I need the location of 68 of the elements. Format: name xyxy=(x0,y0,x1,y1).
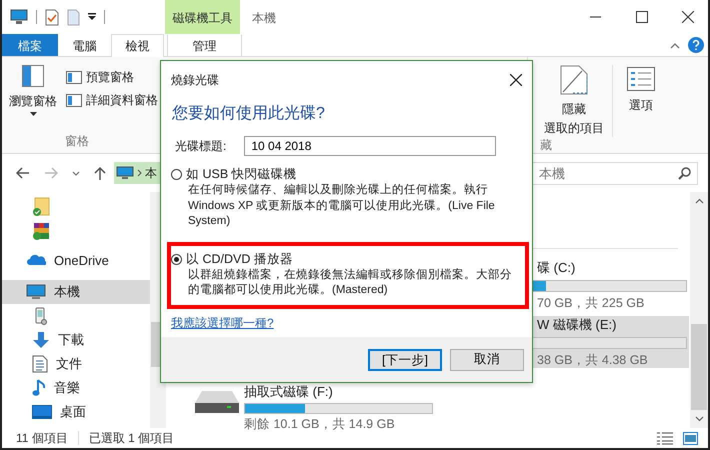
pane-layout-icon xyxy=(22,65,44,87)
window-title: 本機 xyxy=(251,10,277,27)
drive-icon xyxy=(194,389,240,415)
computer-icon xyxy=(116,166,134,180)
group-label: 窗格 xyxy=(64,133,90,150)
sidebar-item[interactable]: 音樂 xyxy=(2,376,150,400)
chevron-icon[interactable] xyxy=(137,169,142,177)
pane-button[interactable]: 詳細資料窗格 xyxy=(66,92,158,109)
dialog-heading: 您要如何使用此光碟? xyxy=(171,104,326,124)
search-icon[interactable] xyxy=(678,166,691,180)
maximize-icon[interactable] xyxy=(636,11,648,23)
desktop-icon xyxy=(32,405,52,419)
pane-icon xyxy=(66,71,82,84)
field-label: 光碟標題: xyxy=(175,138,226,154)
close-icon[interactable] xyxy=(510,74,522,86)
search-field[interactable]: 本機 xyxy=(532,162,698,184)
navigation-pane-button[interactable]: 瀏覽窗格 xyxy=(6,65,60,133)
sidebar-item[interactable]: 本機 xyxy=(2,280,150,304)
status-text: 已選取 1 個項目 xyxy=(88,430,174,446)
down-arrow-icon xyxy=(32,331,50,349)
context-tab-title: 磁碟機工具 xyxy=(165,0,240,34)
pane-icon xyxy=(66,94,82,107)
help-link[interactable]: 我應該選擇哪一種? xyxy=(171,314,274,332)
sidebar-item[interactable]: 文件 xyxy=(2,352,150,376)
dropdown-icon[interactable] xyxy=(88,13,96,21)
option-description: 以群組燒錄檔案，在燒錄後無法編輯或移除個別檔案。大部分的電腦都可以使用此光碟。(Mastered) xyxy=(187,268,513,298)
scrollbar[interactable] xyxy=(690,192,708,428)
sidebar-item[interactable]: 下載 xyxy=(2,328,150,352)
checklist-icon[interactable] xyxy=(45,8,59,26)
dialog-title: 燒錄光碟 xyxy=(171,72,219,88)
up-icon[interactable] xyxy=(94,166,106,180)
large-icons-view-icon[interactable] xyxy=(683,432,698,444)
option-description: 在任何時候儲存、編輯以及刪除光碟上的任何檔案。執行 Windows XP 或更新版本的電腦可以使用此光碟。(Live File System) xyxy=(187,183,496,229)
ribbon-tab[interactable]: 檔案 xyxy=(2,34,58,56)
caret-icon xyxy=(30,112,36,116)
details-view-icon[interactable] xyxy=(657,432,673,444)
next-button[interactable]: [下一步] xyxy=(368,348,442,370)
folder-icon xyxy=(32,197,50,217)
disc-title-field[interactable]: 10 04 2018 xyxy=(244,136,496,156)
breadcrumb[interactable]: 本 xyxy=(145,164,157,182)
radio-option[interactable]: 以 CD/DVD 播放器 xyxy=(171,250,521,268)
ribbon-tab[interactable]: 檢視 xyxy=(111,34,164,57)
scroll-down-icon[interactable] xyxy=(694,416,704,422)
close-icon[interactable] xyxy=(682,11,694,23)
group-label: 藏 xyxy=(539,137,553,154)
hidden-file-icon xyxy=(560,65,588,95)
sidebar-item[interactable]: 桌面 xyxy=(2,400,150,424)
radio-option[interactable]: 如 USB 快閃磁碟機 xyxy=(171,166,520,183)
sidebar-item[interactable]: OneDrive xyxy=(2,248,150,272)
ribbon-tab[interactable]: 管理 xyxy=(167,34,242,56)
computer-icon[interactable] xyxy=(10,9,28,25)
cloud-icon xyxy=(26,254,46,266)
checklist-icon xyxy=(627,67,655,91)
pane-button[interactable]: 預覽窗格 xyxy=(66,69,158,86)
status-text: 11 個項目 xyxy=(16,430,68,446)
computer-icon xyxy=(26,284,46,300)
recent-icon[interactable] xyxy=(72,170,80,176)
back-icon[interactable] xyxy=(16,167,30,179)
archive-icon xyxy=(32,222,50,240)
music-note-icon xyxy=(32,379,46,397)
help-icon[interactable] xyxy=(688,37,704,53)
document-icon xyxy=(32,355,48,373)
scroll-up-icon[interactable] xyxy=(694,198,704,204)
cancel-button[interactable]: 取消 xyxy=(450,348,524,370)
ribbon-tab[interactable]: 電腦 xyxy=(58,34,111,56)
drive-tile[interactable]: 抽取式磁碟 (F:) 剩餘 10.1 GB，共 14.9 GB xyxy=(186,373,444,429)
collapse-icon[interactable] xyxy=(670,42,680,48)
options-button[interactable]: 選項 xyxy=(619,65,663,137)
